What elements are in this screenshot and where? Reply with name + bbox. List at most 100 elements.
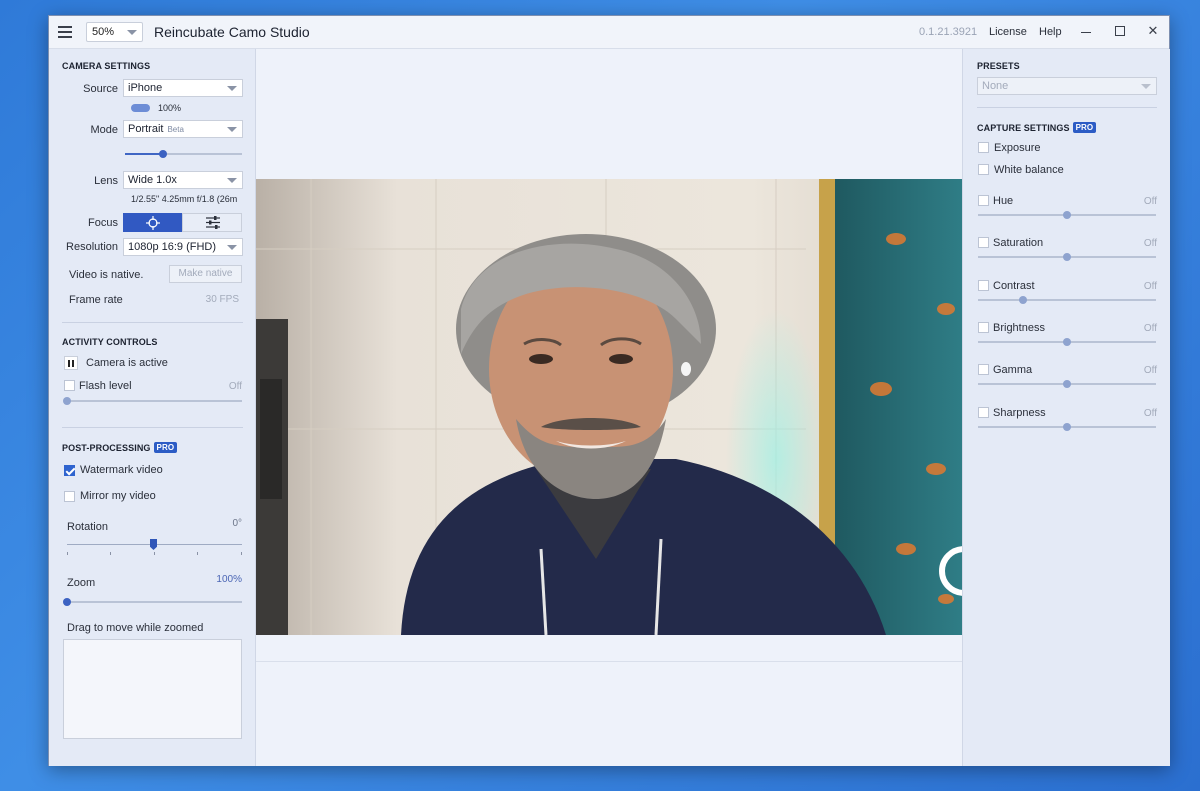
frame-rate-value: 30 FPS bbox=[205, 294, 239, 305]
focus-manual-button[interactable] bbox=[182, 213, 242, 232]
sharpness-slider-knob[interactable] bbox=[1063, 422, 1071, 431]
resolution-dropdown[interactable]: 1080p 16:9 (FHD) bbox=[123, 238, 243, 256]
white-balance-checkbox[interactable] bbox=[978, 164, 989, 175]
webcam-feed-image bbox=[256, 179, 962, 635]
focus-auto-button[interactable] bbox=[123, 213, 182, 232]
source-dropdown[interactable]: iPhone bbox=[123, 79, 243, 97]
contrast-slider-track[interactable] bbox=[978, 298, 1156, 301]
close-icon: ✕ bbox=[1147, 23, 1159, 38]
license-link[interactable]: License bbox=[989, 26, 1027, 38]
brightness-checkbox[interactable] bbox=[978, 321, 989, 333]
resolution-label: Resolution bbox=[66, 241, 118, 253]
app-title: Reincubate Camo Studio bbox=[154, 24, 310, 40]
rotation-value: 0° bbox=[232, 518, 242, 529]
zoom-dropdown[interactable]: 50% bbox=[86, 22, 143, 42]
rotation-tick bbox=[241, 552, 242, 555]
zoom-drag-area[interactable] bbox=[63, 639, 242, 739]
saturation-checkbox[interactable] bbox=[978, 237, 989, 249]
chevron-down-icon bbox=[227, 127, 237, 132]
hue-label: Hue bbox=[993, 195, 1014, 207]
source-value: iPhone bbox=[128, 82, 163, 94]
rotation-tick bbox=[110, 552, 111, 555]
source-label: Source bbox=[83, 83, 118, 95]
flash-level-label: Flash level bbox=[79, 380, 132, 392]
zoom-slider-knob[interactable] bbox=[63, 598, 71, 606]
title-bar: 50% Reincubate Camo Studio 0.1.21.3921 L… bbox=[49, 16, 1169, 49]
resolution-value: 1080p 16:9 (FHD) bbox=[128, 241, 217, 253]
saturation-label: Saturation bbox=[993, 237, 1044, 250]
rotation-label: Rotation bbox=[67, 521, 108, 533]
camera-settings-title: CAMERA SETTINGS bbox=[62, 61, 151, 71]
mode-dropdown[interactable]: Portrait Beta bbox=[123, 120, 243, 138]
rotation-slider-knob[interactable] bbox=[150, 539, 157, 550]
close-button[interactable]: ✕ bbox=[1145, 23, 1161, 39]
gamma-checkbox[interactable] bbox=[978, 364, 989, 376]
focus-label: Focus bbox=[88, 217, 118, 229]
mode-slider-fill bbox=[125, 153, 163, 155]
hue-checkbox[interactable] bbox=[978, 195, 989, 206]
brightness-slider-knob[interactable] bbox=[1063, 337, 1071, 346]
maximize-button[interactable] bbox=[1112, 23, 1128, 39]
brightness-value: Off bbox=[1143, 322, 1157, 334]
exposure-checkbox[interactable] bbox=[978, 142, 989, 153]
presets-dropdown[interactable]: None bbox=[977, 77, 1157, 95]
pause-button[interactable] bbox=[64, 356, 78, 370]
crosshair-icon bbox=[146, 216, 160, 230]
left-sidebar: CAMERA SETTINGS Source iPhone 100% Mode … bbox=[49, 49, 256, 766]
divider bbox=[977, 107, 1157, 108]
rotation-tick bbox=[197, 552, 198, 555]
flash-level-value: Off bbox=[228, 381, 242, 392]
lens-value: Wide 1.0x bbox=[128, 174, 177, 186]
flash-slider-track[interactable] bbox=[66, 400, 242, 402]
zoom-dropdown-value: 50% bbox=[92, 26, 115, 38]
post-processing-title: POST-PROCESSING PRO bbox=[62, 442, 178, 453]
gamma-value: Off bbox=[1143, 365, 1157, 377]
capture-settings-title: CAPTURE SETTINGS PRO bbox=[977, 122, 1097, 133]
flash-slider-knob[interactable] bbox=[63, 397, 71, 405]
presets-value: None bbox=[982, 80, 1009, 92]
mode-slider-knob[interactable] bbox=[159, 150, 167, 158]
menu-icon[interactable] bbox=[58, 26, 72, 38]
version-label: 0.1.21.3921 bbox=[919, 26, 978, 38]
mirror-checkbox[interactable] bbox=[64, 491, 75, 502]
minimize-button[interactable] bbox=[1078, 23, 1094, 39]
saturation-value: Off bbox=[1143, 238, 1157, 250]
app-window: 50% Reincubate Camo Studio 0.1.21.3921 L… bbox=[48, 15, 1170, 766]
contrast-slider-knob[interactable] bbox=[1018, 295, 1027, 304]
lens-label: Lens bbox=[94, 175, 118, 187]
watermark-checkbox[interactable] bbox=[64, 465, 75, 476]
chevron-down-icon bbox=[227, 86, 237, 91]
presets-title: PRESETS bbox=[977, 61, 1020, 71]
sharpness-checkbox[interactable] bbox=[978, 406, 989, 418]
zoom-slider-track[interactable] bbox=[67, 601, 242, 603]
rotation-tick bbox=[154, 552, 155, 555]
zoom-label: Zoom bbox=[67, 577, 96, 589]
sliders-icon bbox=[206, 216, 220, 229]
post-processing-title-text: POST-PROCESSING bbox=[62, 443, 151, 453]
contrast-checkbox[interactable] bbox=[978, 279, 989, 291]
mode-value: Portrait bbox=[128, 123, 164, 135]
gamma-slider-knob[interactable] bbox=[1063, 380, 1071, 389]
right-sidebar: PRESETS None CAPTURE SETTINGS PRO Exposur… bbox=[962, 49, 1170, 766]
mode-label: Mode bbox=[90, 124, 118, 136]
hue-value: Off bbox=[1143, 196, 1157, 207]
flash-checkbox[interactable] bbox=[64, 380, 75, 391]
video-preview[interactable] bbox=[256, 179, 962, 635]
pause-icon bbox=[68, 360, 70, 367]
lens-dropdown[interactable]: Wide 1.0x bbox=[123, 171, 243, 189]
divider bbox=[62, 322, 243, 323]
pro-badge: PRO bbox=[153, 442, 178, 453]
battery-level: 100% bbox=[158, 103, 182, 113]
saturation-slider-knob[interactable] bbox=[1063, 253, 1071, 262]
chevron-down-icon bbox=[127, 30, 137, 35]
contrast-value: Off bbox=[1143, 280, 1157, 292]
chevron-down-icon bbox=[1141, 84, 1151, 89]
gamma-label: Gamma bbox=[993, 364, 1033, 377]
rotation-tick bbox=[67, 552, 68, 555]
hue-slider-knob[interactable] bbox=[1063, 211, 1071, 219]
zoom-value: 100% bbox=[216, 574, 242, 585]
maximize-icon bbox=[1115, 26, 1125, 36]
help-link[interactable]: Help bbox=[1039, 26, 1062, 38]
make-native-button[interactable]: Make native bbox=[169, 265, 242, 283]
activity-controls-title: ACTIVITY CONTROLS bbox=[62, 337, 158, 347]
